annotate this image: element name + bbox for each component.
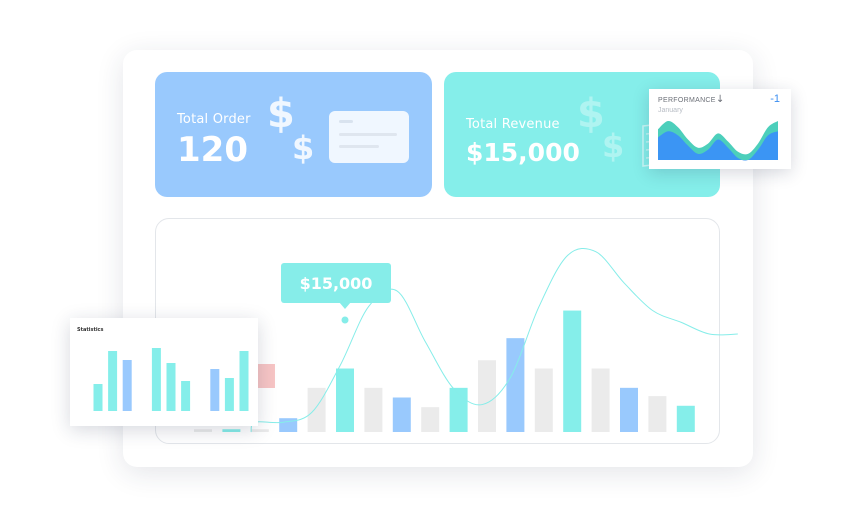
chart-bar[interactable] [648,396,667,432]
chart-bar[interactable] [392,397,411,433]
chart-bar[interactable] [478,360,496,432]
statistics-title: Statistics [77,327,104,333]
chart-bar[interactable] [222,429,241,432]
arrow-down-icon: ↓ [716,94,725,105]
chart-bar[interactable] [250,429,269,432]
performance-subtitle: January [658,107,683,114]
chart-tooltip: $15,000 [281,263,391,303]
mini-chart-bar[interactable] [166,363,176,411]
performance-delta: -1 [770,93,780,105]
mini-chart-bar[interactable] [108,351,118,411]
chart-highlight-point[interactable] [340,315,350,325]
mini-bar-chart [93,348,249,411]
chart-bar[interactable] [591,368,610,432]
chart-bar[interactable] [421,407,440,432]
statistics-mini-card[interactable]: Statistics [70,318,258,426]
mini-chart-bar[interactable] [181,381,191,411]
tooltip-arrow [339,302,351,309]
chart-bar[interactable] [194,429,212,432]
chart-bar[interactable] [620,387,638,432]
chart-bar[interactable] [336,368,354,432]
mini-chart-bar[interactable] [151,348,161,411]
mini-chart-bar[interactable] [239,351,249,411]
mini-chart-bar[interactable] [224,378,234,411]
mini-chart-bar[interactable] [210,369,220,411]
chart-bar[interactable] [307,387,326,432]
mini-chart-bar[interactable] [122,360,132,411]
chart-bar[interactable] [534,368,553,432]
performance-title: PERFORMANCE [658,97,716,104]
chart-bar[interactable] [676,405,695,432]
chart-bar[interactable] [563,310,582,432]
mini-chart-bar[interactable] [93,384,103,411]
performance-card[interactable]: PERFORMANCE ↓ January -1 [649,89,791,169]
main-bar-chart [194,248,738,433]
chart-bar[interactable] [364,387,383,432]
chart-highlight-block [258,364,275,388]
